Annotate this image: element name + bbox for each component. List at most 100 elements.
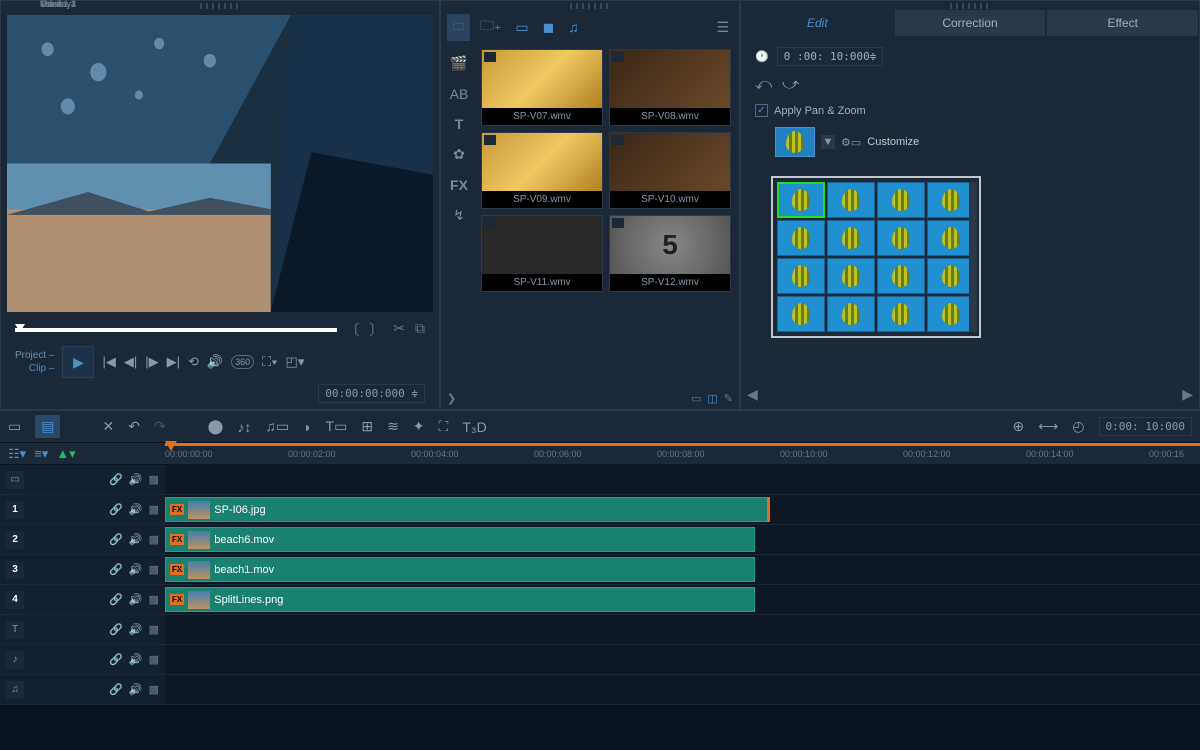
library-thumb[interactable]: SP-V11.wmv [481,215,603,292]
timeline-clip[interactable]: FXbeach6.mov [165,527,755,552]
mask-icon[interactable]: ◗ [303,419,311,435]
list-view-icon[interactable]: ☰ [712,17,733,38]
add-folder-icon[interactable]: 🗀₊ [476,13,505,41]
resize-icon[interactable]: ⛶▾ [262,354,277,370]
add-marker-icon[interactable]: ▲▾ [56,446,75,462]
auto-music-icon[interactable]: ♫▭ [265,418,289,435]
filter-photo-icon[interactable]: ◼ [539,17,559,38]
timeline-timecode[interactable]: 0:00: 10:000 [1099,417,1192,436]
category-path-icon[interactable]: ↯ [453,207,465,224]
popup-scrollbar[interactable] [969,182,977,332]
mute-icon[interactable]: 🔊 [129,593,143,606]
rotate-right-icon[interactable]: ⤻ [782,76,799,94]
pz-preset-dropdown[interactable]: ▼ [821,135,835,149]
panel-drag-handle[interactable] [200,3,240,9]
track-header[interactable]: ♫Music1🔗🔊▩ [0,675,165,704]
fx-track-icon[interactable]: ▩ [149,653,159,666]
loop-icon[interactable]: ⟲ [188,354,199,370]
thumbnail-view-icon[interactable]: ◫ [707,392,717,405]
tab-edit[interactable]: Edit [741,9,894,37]
pz-preset-cell[interactable] [927,182,975,218]
pz-preset-cell[interactable] [777,182,825,218]
next-frame-icon[interactable]: |▶ [145,354,158,370]
undo-icon[interactable]: ↶ [128,418,140,435]
fx-track-icon[interactable]: ▩ [149,533,159,546]
pz-preset-cell[interactable] [877,220,925,256]
track-body[interactable]: FXSP-I06.jpg [165,495,1200,524]
track-body[interactable]: FXSplitLines.png [165,585,1200,614]
preview-timecode[interactable]: 00:00:00:000 ≑ [318,384,425,403]
redo-icon[interactable]: ↷ [154,418,166,435]
record-icon[interactable]: ⬤ [208,418,224,435]
split-screen-icon[interactable]: ⊞ [361,418,373,435]
link-icon[interactable]: 🔗 [109,473,123,486]
view-360-icon[interactable]: 360 [231,355,254,369]
fx-track-icon[interactable]: ▩ [149,503,159,516]
category-fx-icon[interactable]: FX [450,177,468,193]
edit-icon[interactable]: ✎ [724,392,733,405]
category-overlay-icon[interactable]: ✿ [453,146,465,163]
library-thumb[interactable]: SP-V07.wmv [481,49,603,126]
volume-icon[interactable]: 🔊 [207,354,223,370]
fit-icon[interactable]: ⟷ [1038,418,1058,435]
snapshot-icon[interactable]: ⧉ [415,320,425,340]
timeline-clip[interactable]: FXSplitLines.png [165,587,755,612]
rotate-left-icon[interactable]: ⤺ [755,76,772,94]
storyboard-view-icon[interactable]: ▭ [8,418,21,435]
filter-video-icon[interactable]: ▭ [511,17,532,38]
fx-track-icon[interactable]: ▩ [149,623,159,636]
mute-icon[interactable]: 🔊 [129,473,143,486]
pz-preset-cell[interactable] [777,258,825,294]
track-body[interactable] [165,465,1200,494]
mute-icon[interactable]: 🔊 [129,653,143,666]
track-header[interactable]: TTitle1🔗🔊▩ [0,615,165,644]
motion-icon[interactable]: ≋ [387,418,399,435]
customize-label[interactable]: Customize [867,136,919,148]
pz-preset-cell[interactable] [927,258,975,294]
library-thumb[interactable]: SP-V09.wmv [481,132,603,209]
pz-preset-cell[interactable] [827,182,875,218]
fx-track-icon[interactable]: ▩ [149,473,159,486]
go-start-icon[interactable]: |◀ [102,354,115,370]
link-icon[interactable]: 🔗 [109,683,123,696]
track-header[interactable]: 1Overlay1🔗🔊▩ [0,495,165,524]
track-menu-icon[interactable]: ☷▾ [8,446,26,462]
gear-icon[interactable]: ⚙▭ [841,136,861,149]
fx-track-icon[interactable]: ▩ [149,563,159,576]
crop-icon[interactable]: ⛶ [439,418,449,435]
link-icon[interactable]: 🔗 [109,533,123,546]
mute-icon[interactable]: 🔊 [129,533,143,546]
fx-track-icon[interactable]: ▩ [149,593,159,606]
track-header[interactable]: 3Overlay3🔗🔊▩ [0,555,165,584]
pz-preset-thumb[interactable] [775,127,815,157]
library-thumb[interactable]: 5SP-V12.wmv [609,215,731,292]
link-icon[interactable]: 🔗 [109,653,123,666]
project-duration-icon[interactable]: ◴ [1072,418,1084,435]
folder-media-icon[interactable]: 🗀 [447,14,470,41]
filter-audio-icon[interactable]: ♫ [564,17,583,37]
zoom-in-icon[interactable]: ⊕ [1012,418,1024,435]
apply-pan-zoom-checkbox[interactable]: ✓ [755,104,768,117]
track-header[interactable]: 4Overlay4🔗🔊▩ [0,585,165,614]
tools-icon[interactable]: ✕ [102,418,114,435]
duration-field[interactable]: 0 :00: 10:000≑ [777,47,884,66]
library-thumb[interactable]: SP-V08.wmv [609,49,731,126]
mute-icon[interactable]: 🔊 [129,503,143,516]
browser-view-icon[interactable]: ▭ [691,392,701,405]
track-header[interactable]: 2Overlay2🔗🔊▩ [0,525,165,554]
tracking-icon[interactable]: ✦ [413,418,425,435]
mute-icon[interactable]: 🔊 [129,683,143,696]
library-thumb[interactable]: SP-V10.wmv [609,132,731,209]
pz-preset-cell[interactable] [927,220,975,256]
t3d-icon[interactable]: T₃D [462,419,486,435]
pz-preset-cell[interactable] [827,258,875,294]
category-media-icon[interactable]: 🎬 [450,55,467,72]
mute-icon[interactable]: 🔊 [129,563,143,576]
pz-preset-cell[interactable] [877,296,925,332]
preview-viewport[interactable] [7,15,433,312]
timeline-view-icon[interactable]: ▤ [35,415,60,438]
track-header[interactable]: ▭Video🔗🔊▩ [0,465,165,494]
mark-out-icon[interactable]: 〕 [369,320,383,340]
title-editor-icon[interactable]: T▭ [326,418,348,435]
timeline-clip[interactable]: FXbeach1.mov [165,557,755,582]
